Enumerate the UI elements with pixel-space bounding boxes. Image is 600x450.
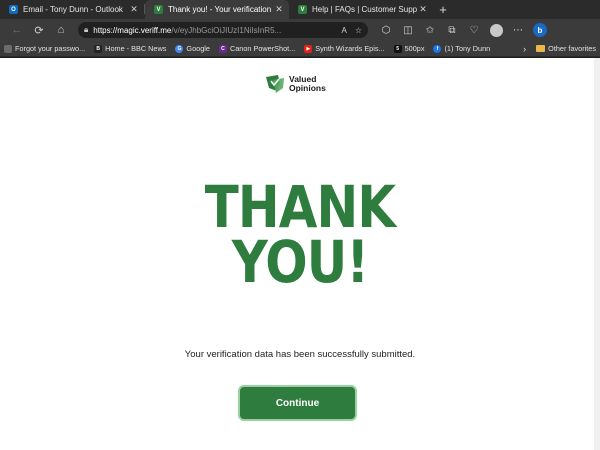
- toolbar: ← ⟳ ⌂ 🔒︎ https://magic.veriff.me/v/eyJhb…: [0, 19, 600, 41]
- tab-help[interactable]: V Help | FAQs | Customer Support ✕: [289, 0, 433, 19]
- back-button[interactable]: ←: [6, 19, 28, 41]
- close-icon[interactable]: ✕: [273, 4, 285, 15]
- page-scrollbar[interactable]: [594, 58, 600, 450]
- favorite-star-icon[interactable]: ☆: [355, 26, 362, 35]
- canon-icon: C: [218, 44, 227, 53]
- facebook-icon: f: [433, 44, 442, 53]
- heading-line-2: YOU!: [231, 228, 369, 296]
- continue-button-label: Continue: [275, 397, 320, 409]
- tab-outlook[interactable]: O Email - Tony Dunn - Outlook ✕: [0, 0, 144, 19]
- tab-title: Email - Tony Dunn - Outlook: [23, 5, 123, 14]
- confirmation-message: Your verification data has been successf…: [184, 349, 416, 360]
- page-content: Valued Opinions THANK YOU! Your verifica…: [0, 58, 600, 450]
- veriff-icon: V: [154, 5, 163, 14]
- url-host: https://magic.veriff.me: [93, 25, 172, 35]
- bookmark-item[interactable]: f (1) Tony Dunn: [433, 44, 490, 53]
- read-aloud-icon[interactable]: A: [341, 26, 346, 35]
- bookmark-item[interactable]: C Canon PowerShot...: [218, 44, 295, 53]
- favorites-icon[interactable]: ✩: [420, 20, 440, 40]
- other-favorites-folder[interactable]: Other favorites: [536, 44, 596, 53]
- address-bar[interactable]: 🔒︎ https://magic.veriff.me/v/eyJhbGciOiJ…: [78, 22, 368, 38]
- home-button[interactable]: ⌂: [50, 19, 72, 41]
- profile-avatar[interactable]: [486, 20, 506, 40]
- logo-mark-icon: [266, 75, 284, 93]
- continue-button[interactable]: Continue: [238, 385, 357, 421]
- bookmark-item[interactable]: ▶ Synth Wizards Epis...: [304, 44, 385, 53]
- google-icon: G: [175, 44, 184, 53]
- new-tab-button[interactable]: +: [433, 0, 453, 19]
- folder-icon: [536, 45, 546, 52]
- tab-title: Thank you! - Your verification da: [168, 5, 273, 14]
- valued-opinions-icon: V: [298, 5, 307, 14]
- refresh-button[interactable]: ⟳: [28, 19, 50, 41]
- bookmark-item[interactable]: 5 500px: [393, 44, 424, 53]
- close-icon[interactable]: ✕: [128, 4, 140, 15]
- lock-icon[interactable]: 🔒︎: [84, 25, 88, 35]
- bbc-icon: B: [94, 44, 103, 53]
- bookmark-item[interactable]: Forgot your passwo...: [4, 44, 85, 53]
- tab-title: Help | FAQs | Customer Support: [312, 5, 417, 14]
- bookmarks-bar: Forgot your passwo... B Home - BBC News G…: [0, 41, 600, 57]
- page-icon: [4, 44, 12, 53]
- collections-icon[interactable]: ⧉: [442, 20, 462, 40]
- 500px-icon: 5: [393, 44, 402, 53]
- browser-essentials-icon[interactable]: ♡: [464, 20, 484, 40]
- bookmark-item[interactable]: G Google: [175, 44, 210, 53]
- thank-you-heading: THANK YOU!: [42, 173, 558, 296]
- logo-text-line2: Opinions: [289, 83, 326, 93]
- browser-window: O Email - Tony Dunn - Outlook ✕ V Thank …: [0, 0, 600, 450]
- tab-veriff[interactable]: V Thank you! - Your verification da ✕: [145, 0, 289, 19]
- url-path: /v/eyJhbGciOiJIUzI1NiIsInR5...: [171, 25, 282, 35]
- more-menu-icon[interactable]: ⋯: [508, 20, 528, 40]
- youtube-icon: ▶: [304, 44, 313, 53]
- tab-strip: O Email - Tony Dunn - Outlook ✕ V Thank …: [0, 0, 600, 19]
- outlook-icon: O: [9, 5, 18, 14]
- close-icon[interactable]: ✕: [417, 4, 429, 15]
- bing-copilot-icon[interactable]: b: [530, 20, 550, 40]
- extensions-icon[interactable]: ⬡: [376, 20, 396, 40]
- heading-line-1: THANK: [204, 173, 396, 241]
- chevron-right-icon[interactable]: ›: [523, 44, 526, 54]
- bookmark-item[interactable]: B Home - BBC News: [94, 44, 166, 53]
- valued-opinions-logo: Valued Opinions: [264, 73, 326, 95]
- split-screen-icon[interactable]: ◫: [398, 20, 418, 40]
